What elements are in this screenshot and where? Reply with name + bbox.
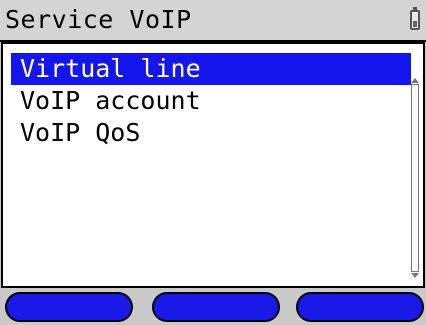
menu-item-voip-qos[interactable]: VoIP QoS xyxy=(11,117,411,149)
softkey-left[interactable] xyxy=(5,292,133,322)
scrollbar[interactable] xyxy=(411,78,419,278)
scroll-down-arrow-icon[interactable] xyxy=(411,273,419,278)
softkey-right[interactable] xyxy=(296,292,424,322)
screen-title: Service VoIP xyxy=(5,5,192,34)
menu-panel: Virtual line VoIP account VoIP QoS xyxy=(1,42,425,288)
menu-item-virtual-line[interactable]: Virtual line xyxy=(11,53,411,85)
softkey-bar xyxy=(0,288,426,325)
menu-item-voip-account[interactable]: VoIP account xyxy=(11,85,411,117)
menu-list: Virtual line VoIP account VoIP QoS xyxy=(11,53,411,149)
title-bar: Service VoIP xyxy=(0,0,426,42)
device-screen: Service VoIP Virtual line VoIP account V… xyxy=(0,0,426,325)
scroll-up-arrow-icon[interactable] xyxy=(411,78,419,83)
battery-icon xyxy=(410,7,420,30)
softkey-center[interactable] xyxy=(152,292,280,322)
battery-level xyxy=(413,21,417,27)
